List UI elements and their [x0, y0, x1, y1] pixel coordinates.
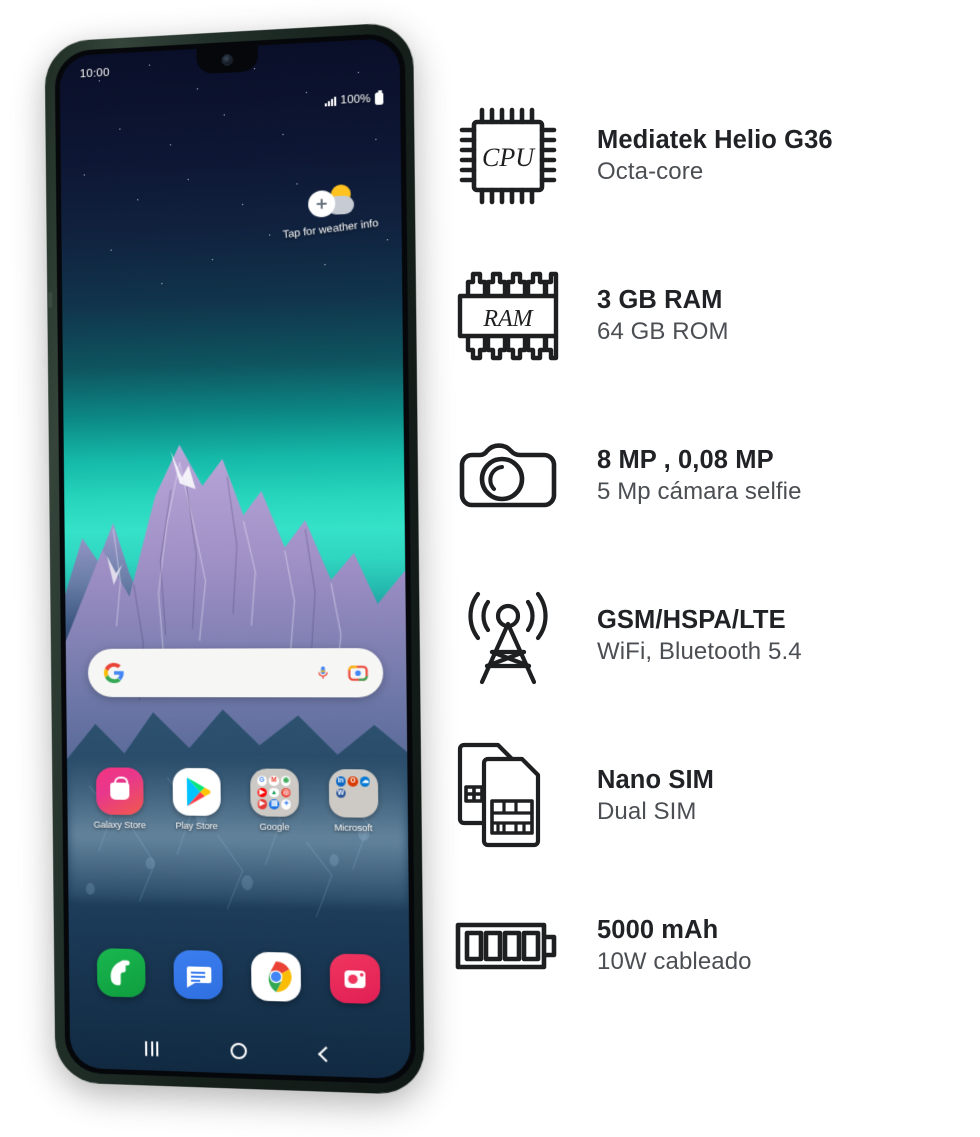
app-google-folder[interactable]: G M ◉ ▶ ▲ ◎ ▶ ▤ ✦ Google [241, 768, 308, 832]
phone-screen: 10:00 100% Tap for weather info Galaxy S… [59, 37, 411, 1080]
ram-chip-icon: RAM [445, 264, 570, 368]
home-app-row: Galaxy Store Play Store G M ◉ ▶ ▲ ◎ ▶ ▤ … [81, 767, 393, 833]
spec-title: Nano SIM [597, 765, 714, 794]
app-label: Play Store [175, 820, 218, 832]
spec-title: Mediatek Helio G36 [597, 125, 833, 154]
spec-row-camera: 8 MP , 0,08 MP 5 Mp cámara selfie [445, 396, 965, 556]
app-microsoft-folder[interactable]: in O ☁ W Microsoft [319, 769, 387, 833]
spec-row-cpu: CPU Mediatek Helio G36 Octa-core [445, 76, 965, 236]
spec-subtitle: Octa-core [597, 158, 704, 186]
google-lens-icon[interactable] [347, 662, 368, 683]
chrome-icon[interactable] [251, 951, 302, 1002]
spec-text-battery: 5000 mAh 10W cableado [570, 915, 752, 978]
app-play-store[interactable]: Play Store [163, 767, 229, 832]
spec-title: 5000 mAh [597, 915, 719, 944]
home-circle-icon[interactable] [230, 1042, 248, 1060]
status-bar-battery-percent: 100% [340, 92, 371, 107]
search-bar-actions [315, 662, 368, 683]
spec-list: CPU Mediatek Helio G36 Octa-core RAM 3 G… [445, 76, 965, 1016]
spec-subtitle: 5 Mp cámara selfie [597, 478, 802, 506]
spec-title: GSM/HSPA/LTE [597, 605, 786, 634]
camera-app-icon[interactable] [329, 953, 381, 1005]
spec-row-sim: Nano SIM Dual SIM [445, 716, 965, 876]
microphone-icon[interactable] [315, 663, 331, 683]
battery-icon [445, 915, 570, 977]
spec-title: 3 GB RAM [597, 285, 723, 314]
spec-text-sim: Nano SIM Dual SIM [570, 765, 714, 828]
spec-row-battery: 5000 mAh 10W cableado [445, 876, 965, 1016]
weather-widget[interactable]: Tap for weather info [282, 183, 379, 241]
product-spec-sheet: 10:00 100% Tap for weather info Galaxy S… [0, 0, 980, 1137]
spec-subtitle: WiFi, Bluetooth 5.4 [597, 638, 802, 666]
app-galaxy-store[interactable]: Galaxy Store [87, 767, 152, 830]
signal-bars-icon [324, 96, 337, 106]
phone-side-button[interactable] [48, 291, 53, 309]
galaxy-store-icon [95, 767, 144, 816]
phone-bezel: 10:00 100% Tap for weather info Galaxy S… [54, 32, 417, 1085]
plus-icon [316, 199, 327, 210]
phone-frame: 10:00 100% Tap for weather info Galaxy S… [44, 21, 425, 1096]
microsoft-folder-icon: in O ☁ W [328, 769, 378, 818]
status-bar-time: 10:00 [79, 66, 110, 81]
spec-row-network: GSM/HSPA/LTE WiFi, Bluetooth 5.4 [445, 556, 965, 716]
battery-full-icon [374, 92, 384, 105]
ram-icon-label: RAM [482, 306, 534, 332]
messages-icon[interactable] [173, 949, 223, 1000]
network-tower-icon [445, 580, 570, 692]
dock-row [83, 948, 395, 1005]
cpu-icon-label: CPU [482, 143, 536, 172]
app-label: Microsoft [334, 822, 373, 834]
spec-text-ram: 3 GB RAM 64 GB ROM [570, 285, 729, 348]
spec-row-ram: RAM 3 GB RAM 64 GB ROM [445, 236, 965, 396]
spec-title: 8 MP , 0,08 MP [597, 445, 774, 474]
spec-subtitle: 64 GB ROM [597, 318, 729, 346]
google-g-icon [103, 662, 124, 684]
app-label: Galaxy Store [93, 819, 146, 831]
cloud-sun-add-icon [306, 184, 355, 221]
spec-text-network: GSM/HSPA/LTE WiFi, Bluetooth 5.4 [570, 605, 802, 668]
back-chevron-icon[interactable] [317, 1045, 334, 1062]
spec-text-cpu: Mediatek Helio G36 Octa-core [570, 125, 833, 188]
play-store-icon [172, 767, 221, 816]
spec-subtitle: Dual SIM [597, 798, 697, 826]
recents-icon[interactable] [145, 1040, 159, 1057]
google-folder-icon: G M ◉ ▶ ▲ ◎ ▶ ▤ ✦ [249, 768, 299, 817]
google-search-bar[interactable] [87, 648, 384, 698]
spec-text-camera: 8 MP , 0,08 MP 5 Mp cámara selfie [570, 445, 802, 508]
camera-icon [445, 431, 570, 521]
cpu-chip-icon: CPU [445, 104, 570, 208]
app-label: Google [259, 821, 290, 833]
spec-subtitle: 10W cableado [597, 948, 752, 976]
phone-mockup: 10:00 100% Tap for weather info Galaxy S… [28, 21, 428, 1100]
dual-sim-icon [445, 737, 570, 855]
phone-icon[interactable] [96, 948, 146, 998]
